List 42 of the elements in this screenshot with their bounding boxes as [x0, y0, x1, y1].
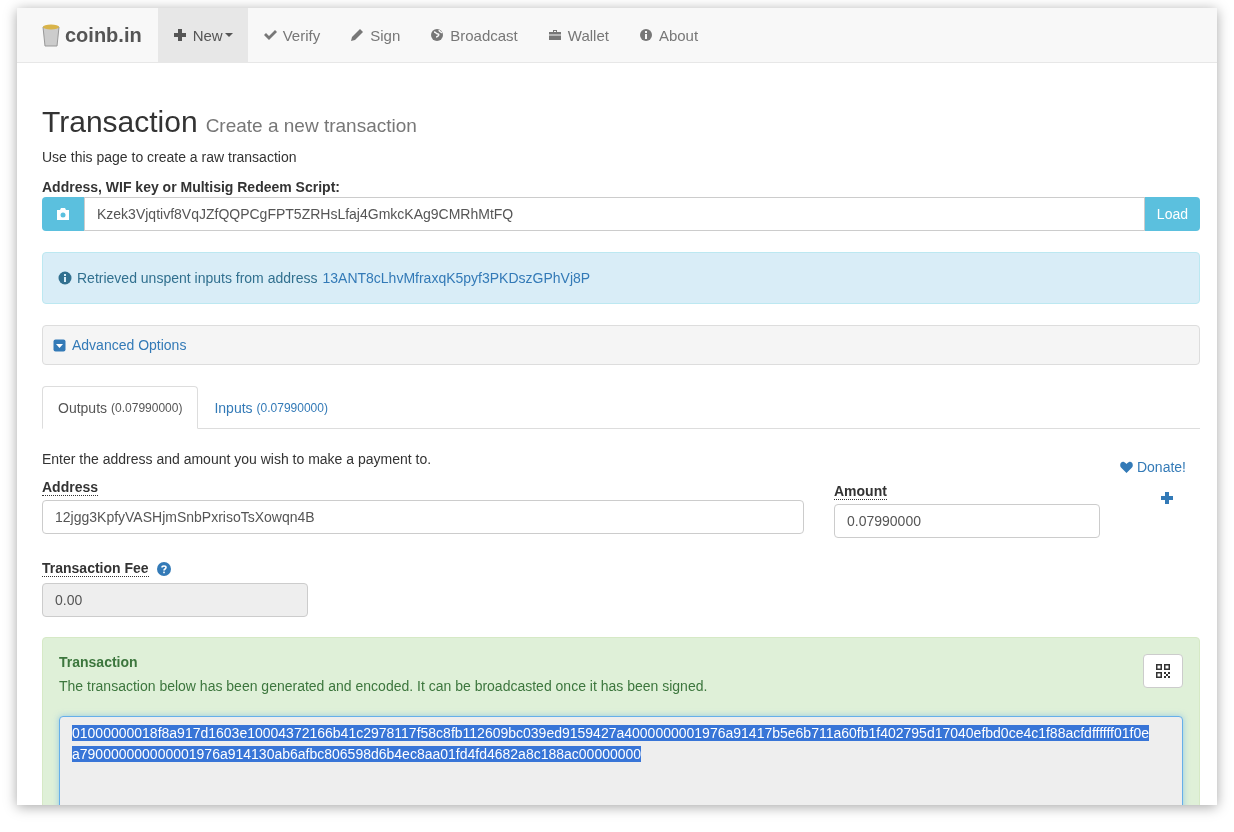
check-icon	[262, 28, 277, 42]
transaction-hex-field[interactable]: 01000000018f8a917d1603e10004372166b41c2978117f58c8fb112609bc039ed9159427a4000000001976a91417b5e6b711a60fb1f402795d17040efbd0ce4c1f88acfdffffff01f0e a790000000000001976a914130ab6afbc806598d6b4ec8aa01fd4fd4682a8c188ac00000000	[59, 716, 1183, 805]
tab[interactable]: Outputs (0.07990000)	[42, 386, 199, 429]
qr-code-icon	[1156, 664, 1170, 678]
add-icon[interactable]	[1160, 491, 1174, 505]
tab[interactable]: Inputs (0.07990000)	[198, 386, 344, 429]
amount-input[interactable]: 0.07990000	[834, 504, 1100, 538]
intro-text: Use this page to create a raw transaction	[42, 149, 298, 165]
address-link[interactable]: 13ANT8cLhvMfraxqK5pyf3PKDszGPhVj8P	[322, 270, 591, 286]
help-icon[interactable]	[156, 561, 171, 576]
amount-label: Amount	[834, 483, 887, 500]
plus-icon	[172, 28, 187, 42]
heart-icon	[1119, 461, 1133, 473]
nav-item[interactable]: New	[157, 8, 248, 62]
globe-icon	[430, 28, 445, 42]
address-label: Address	[42, 479, 99, 496]
qr-code-button[interactable]	[1143, 654, 1183, 688]
briefcase-icon	[547, 28, 562, 42]
fee-label: Transaction Fee	[42, 560, 149, 577]
nav-item[interactable]: Broadcast	[415, 8, 533, 62]
panel-text: The transaction below has been generated and encoded. It can be broadcasted once it has been signed.	[59, 678, 709, 694]
page-title: Transaction	[42, 105, 198, 139]
page-subtitle: Create a new transaction	[205, 115, 417, 137]
nav-item[interactable]: Verify	[247, 8, 336, 62]
alert-text: Retrieved unspent inputs from address	[77, 270, 318, 286]
pencil-icon	[350, 28, 365, 42]
info-icon	[58, 271, 72, 285]
nav-item[interactable]: Sign	[335, 8, 416, 62]
camera-icon	[56, 208, 70, 220]
field-label: Address, WIF key or Multisig Redeem Script:	[42, 179, 341, 195]
address-input[interactable]: Kzek3Vjqtivf8VqJZfQQPCgFPT5ZRHsLfaj4GmkcKAg9CMRhMtFQ	[84, 197, 1145, 231]
brand-name[interactable]: coinb.in	[65, 23, 142, 47]
fee-input[interactable]: 0.00	[42, 583, 308, 617]
panel-title: Transaction	[59, 654, 139, 670]
instruction-text: Enter the address and amount you wish to make a payment to.	[42, 451, 432, 469]
nav-item[interactable]: About	[623, 8, 714, 62]
nav-item[interactable]: Wallet	[532, 8, 624, 62]
donate-link[interactable]: Donate!	[1119, 459, 1186, 475]
info-icon	[638, 28, 653, 42]
bucket-logo-icon	[41, 23, 61, 47]
address-input[interactable]: 12jgg3KpfyVASHjmSnbPxrisoTsXowqn4B	[42, 500, 804, 534]
advanced-options-link[interactable]: Advanced Options	[72, 337, 187, 353]
